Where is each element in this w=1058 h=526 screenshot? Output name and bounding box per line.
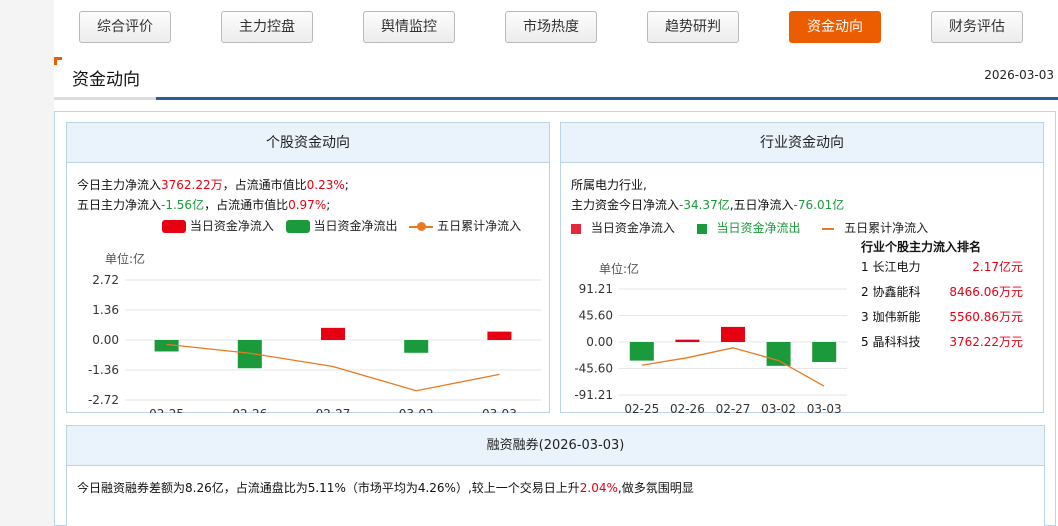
tab-financial[interactable]: 财务评估 — [931, 11, 1023, 43]
y-tick-label: 1.36 — [92, 303, 119, 317]
outflow-bar — [404, 340, 429, 353]
rank-item-value: 3762.22万元 — [949, 335, 1023, 349]
stock-five-ratio: 0.97% — [288, 198, 327, 212]
margin-rise-value: 2.04% — [579, 481, 618, 495]
content-frame: 个股资金动向 今日主力净流入3762.22万，占流通市值比0.23%; 五日主力… — [54, 111, 1056, 526]
industry-five-value: -76.01亿 — [793, 198, 845, 212]
stock-five-suffix: ; — [326, 198, 331, 212]
industry-name-line: 所属电力行业, — [571, 178, 647, 192]
x-tick-label: 03-03 — [482, 407, 517, 413]
x-tick-label: 02-25 — [624, 402, 659, 413]
x-tick-label: 03-03 — [807, 402, 842, 413]
industry-fund-chart: 单位:亿 91.21 45.60 0.00 -45.60 -91.21 02-25 02-26… — [574, 261, 847, 413]
stock-five-label: 五日主力净流入 — [77, 198, 162, 212]
inflow-bar — [487, 331, 512, 340]
rank-item-value: 8466.06万元 — [949, 285, 1023, 299]
stock-five-day-line: 五日主力净流入-1.56亿，占流通市值比0.97%; — [77, 196, 330, 213]
y-tick-label: -45.60 — [574, 362, 613, 376]
industry-fund-panel: 行业资金动向 所属电力行业, 主力资金今日净流入-34.37亿,五日净流入-76… — [560, 122, 1044, 413]
tab-comprehensive[interactable]: 综合评价 — [79, 11, 171, 43]
stock-today-ratio: 0.23% — [306, 178, 345, 192]
inflow-bar — [721, 326, 745, 342]
stock-today-suffix: ; — [344, 178, 349, 192]
stock-today-line: 今日主力净流入3762.22万，占流通市值比0.23%; — [77, 176, 349, 193]
y-axis-unit-label: 单位:亿 — [599, 261, 639, 276]
stock-fund-chart: 单位:亿 2.72 1.36 0.00 -1.36 -2.72 02-25 02-26 02-2… — [88, 251, 541, 413]
section-divider — [54, 97, 1058, 100]
y-axis-unit-label: 单位:亿 — [105, 251, 145, 266]
rank-item-value: 5560.86万元 — [949, 310, 1023, 324]
inflow-bar — [321, 327, 345, 340]
y-tick-label: 91.21 — [579, 282, 613, 296]
stock-five-mid: ，占流通市值比 — [204, 198, 289, 212]
legend-outflow-swatch — [696, 223, 707, 234]
legend-cumulative-swatch — [822, 227, 835, 230]
page: 综合评价 主力控盘 舆情监控 市场热度 趋势研判 资金动向 财务评估 资金动向 … — [54, 0, 1058, 526]
rank-item-name[interactable]: 5 晶科科技 — [861, 333, 920, 350]
y-tick-label: 0.00 — [92, 333, 119, 347]
rank-item-value: 2.17亿元 — [972, 260, 1023, 274]
outflow-bar — [766, 342, 791, 366]
tab-sentiment[interactable]: 舆情监控 — [363, 11, 455, 43]
tab-trend[interactable]: 趋势研判 — [647, 11, 739, 43]
rank-item-name[interactable]: 3 珈伟新能 — [861, 308, 920, 325]
inflow-bar — [675, 339, 700, 342]
section-header: 资金动向 2026-03-03 — [54, 55, 1058, 100]
tab-fund-flow[interactable]: 资金动向 — [789, 11, 881, 43]
section-title: 资金动向 — [72, 70, 140, 90]
margin-summary-line: 今日融资融券差额为8.26亿，占流通盘比为5.11%（市场平均为4.26%）,较… — [77, 479, 694, 496]
stock-fund-panel: 个股资金动向 今日主力净流入3762.22万，占流通市值比0.23%; 五日主力… — [66, 122, 550, 413]
outflow-bar — [629, 342, 654, 361]
section-date: 2026-03-03 — [984, 68, 1054, 82]
y-tick-label: 2.72 — [92, 273, 119, 287]
margin-suffix: ,做多氛围明显 — [617, 481, 694, 495]
outflow-bar — [812, 342, 837, 362]
x-tick-label: 02-27 — [316, 407, 351, 413]
stock-five-inflow: -1.56亿 — [161, 198, 205, 212]
tab-bar: 综合评价 主力控盘 舆情监控 市场热度 趋势研判 资金动向 财务评估 — [54, 0, 1058, 55]
y-tick-label: -1.36 — [88, 363, 119, 377]
y-tick-label: 0.00 — [586, 335, 613, 349]
stock-panel-title: 个股资金动向 — [67, 123, 549, 163]
rank-title: 行业个股主力流入排名 — [861, 240, 982, 254]
legend-inflow-swatch — [571, 223, 581, 234]
rank-item-name[interactable]: 1 长江电力 — [861, 258, 920, 275]
margin-trading-panel: 融资融券(2026-03-03) 今日融资融券差额为8.26亿，占流通盘比为5.… — [66, 425, 1045, 526]
x-tick-label: 02-26 — [232, 407, 267, 413]
stock-today-mid: ，占流通市值比 — [222, 178, 307, 192]
x-tick-label: 03-02 — [399, 407, 434, 413]
rank-item-name[interactable]: 2 协鑫能科 — [861, 283, 920, 300]
stock-today-inflow: 3762.22万 — [161, 178, 223, 192]
section-divider-left — [54, 97, 156, 100]
cumulative-line — [641, 347, 825, 387]
margin-panel-title: 融资融券(2026-03-03) — [67, 426, 1044, 466]
industry-panel-title: 行业资金动向 — [561, 123, 1043, 163]
industry-today-value: -34.37亿 — [679, 198, 730, 212]
x-tick-label: 03-02 — [761, 402, 796, 413]
x-tick-label: 02-27 — [716, 402, 751, 413]
margin-text: 今日融资融券差额为8.26亿，占流通盘比为5.11%（市场平均为4.26%）,较… — [77, 481, 580, 495]
x-tick-label: 02-25 — [149, 407, 184, 413]
y-tick-label: 45.60 — [579, 309, 613, 323]
industry-flow-line: 主力资金今日净流入-34.37亿,五日净流入-76.01亿 — [571, 196, 844, 213]
y-tick-label: -91.21 — [574, 388, 613, 402]
cumulative-line — [166, 343, 500, 392]
tab-market-heat[interactable]: 市场热度 — [505, 11, 597, 43]
stock-today-label: 今日主力净流入 — [77, 178, 162, 192]
industry-today-label: 主力资金今日净流入 — [571, 198, 680, 212]
tab-main-control[interactable]: 主力控盘 — [221, 11, 313, 43]
industry-five-label: ,五日净流入 — [729, 198, 794, 212]
corner-mark-icon — [54, 57, 62, 65]
legend-cumulative-label: 五日累计净流入 — [844, 221, 929, 235]
x-tick-label: 02-26 — [670, 402, 705, 413]
y-tick-label: -2.72 — [88, 393, 119, 407]
